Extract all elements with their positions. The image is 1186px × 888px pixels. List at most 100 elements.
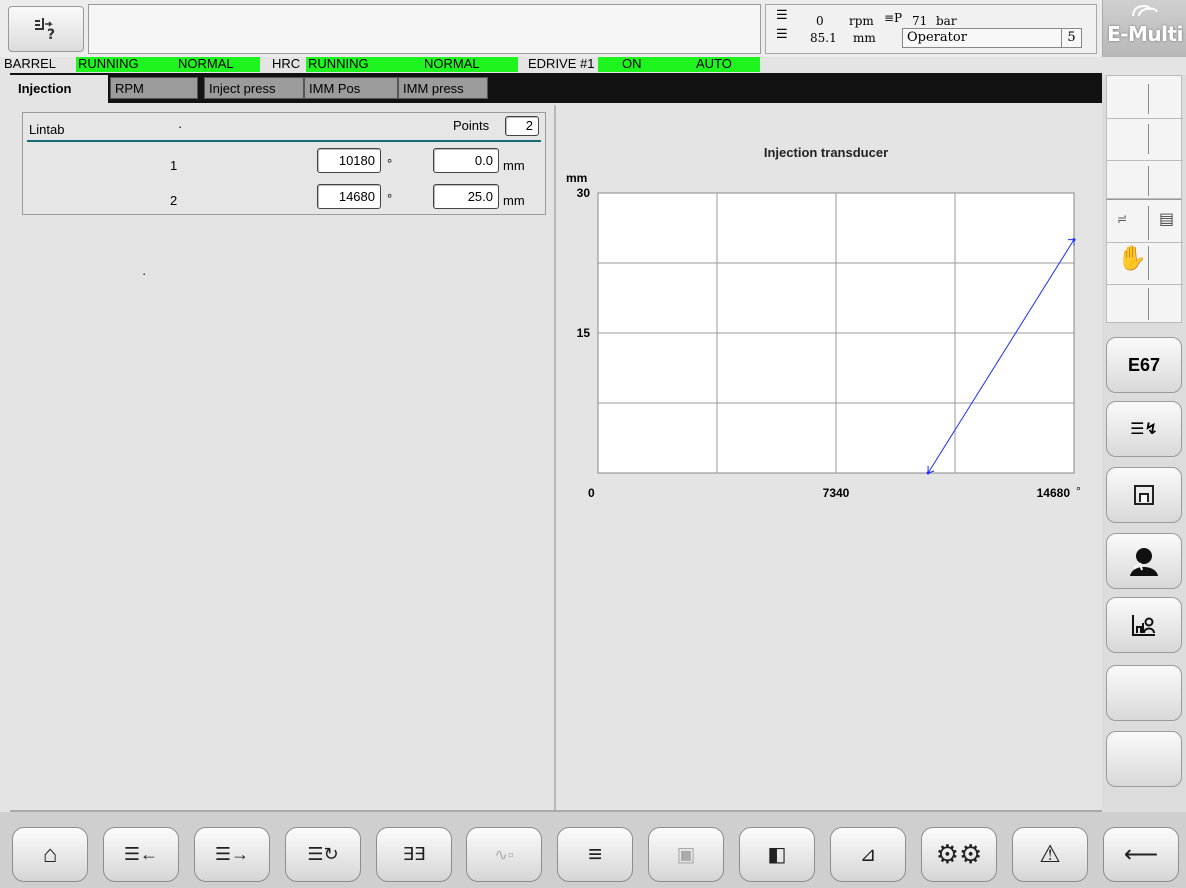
bottom-bar: ⌂ ☰← ☰→ ☰↻ ∃∃ ∿▫ ≡ ▣ ◧ ⊿ ⚙⚙ ⚠ ⟵ [0, 812, 1186, 888]
list-icon[interactable]: ▤ [1159, 209, 1174, 229]
tab-inject-press[interactable]: Inject press [204, 77, 304, 99]
screw-inject-icon: ☰→ [214, 844, 250, 864]
user-role-field[interactable]: Operator 5 [902, 28, 1082, 48]
save-button[interactable] [1106, 467, 1182, 523]
mold-icon: ▣ [676, 844, 696, 866]
hand-icon[interactable]: ✋ [1117, 244, 1147, 273]
heater-icon: ∃∃ [402, 844, 426, 864]
rpm-unit: rpm [849, 14, 874, 28]
chart-title: Injection transducer [764, 145, 888, 160]
y-tick-label: 15 [577, 326, 591, 340]
back-button[interactable]: ⟵ [1103, 827, 1179, 882]
tab-imm-press[interactable]: IMM press [398, 77, 488, 99]
barrel-label: BARREL [4, 56, 57, 71]
settings-gears-icon: ⚙⚙ [935, 839, 983, 869]
e67-button[interactable]: E67 [1106, 337, 1182, 393]
screw-settings-icon[interactable]: ☰↯ [1106, 401, 1182, 457]
row-1-angle-unit: ° [387, 156, 393, 171]
user-level: 5 [1061, 28, 1081, 48]
points-input[interactable]: 2 [505, 116, 539, 136]
points-label: Points [453, 118, 490, 133]
operator-button[interactable] [1106, 533, 1182, 589]
temperature-profile-button[interactable]: ∿▫ [466, 827, 542, 882]
mold-button[interactable]: ▣ [648, 827, 724, 882]
y-tick-label: 30 [577, 186, 591, 200]
e-multi-logo: E-Multi [1102, 0, 1186, 57]
heater-button[interactable]: ∃∃ [376, 827, 452, 882]
row-1-distance-input[interactable]: 0.0 [433, 148, 499, 173]
tab-injection[interactable]: Injection [10, 75, 108, 103]
chart-y-unit: mm [566, 171, 587, 185]
warning-button[interactable]: ⚠ [1012, 827, 1088, 882]
row-2-distance-unit: mm [503, 193, 525, 208]
svg-text:?: ? [47, 27, 55, 41]
help-icon-button[interactable]: ? [8, 6, 84, 52]
help-icon: ? [35, 18, 55, 41]
tab-imm-pos[interactable]: IMM Pos [304, 77, 398, 99]
operator-icon [1130, 548, 1158, 576]
top-bar: ? ☰ ☰ 0 rpm ≡P 71 bar 85.1 mm Operator 5… [0, 0, 1186, 57]
back-arrow-icon: ⟵ [1123, 841, 1159, 868]
barrel-mode: NORMAL [176, 57, 260, 72]
row-1-index: 1 [170, 158, 178, 173]
user-role: Operator [907, 30, 967, 45]
row-1-distance-unit: mm [503, 158, 525, 173]
hrc-mode: NORMAL [422, 57, 518, 72]
mode-slots: ≓ ▤ ✋ [1106, 199, 1183, 323]
home-icon: ⌂ [42, 840, 58, 868]
screw-position-icon: ☰ [776, 27, 788, 42]
empty-side-button-1[interactable] [1106, 665, 1182, 721]
status-strip: BARREL RUNNING NORMAL HRC RUNNING NORMAL… [0, 57, 1102, 72]
stray-dot: · [142, 266, 147, 281]
row-2-distance-input[interactable]: 25.0 [433, 184, 499, 209]
x-tick-label: 14680 [1037, 486, 1071, 500]
position-value: 85.1 [810, 31, 837, 45]
menu-list-button[interactable]: ≡ [557, 827, 633, 882]
row-1-angle-input[interactable]: 10180 [317, 148, 381, 173]
right-sidebar: ≓ ▤ ✋ E67 ☰↯ [1102, 75, 1186, 813]
settings-button[interactable]: ⚙⚙ [921, 827, 997, 882]
home-button[interactable]: ⌂ [12, 827, 88, 882]
graph-icon: ⊿ [859, 844, 877, 866]
row-2-angle-unit: ° [387, 191, 393, 206]
pressure-icon: ≡P [884, 11, 903, 25]
position-unit: mm [853, 31, 876, 45]
warning-icon: ⚠ [1039, 841, 1061, 868]
ejector-button[interactable]: ◧ [739, 827, 815, 882]
pressure-value: 71 [912, 14, 928, 28]
tab-rpm[interactable]: RPM [110, 77, 198, 99]
plot-area: 30 15 0 7340 14680 ° [577, 186, 1081, 500]
x-unit-label: ° [1076, 484, 1081, 498]
chart-user-button[interactable] [1106, 597, 1182, 653]
conveyor-icon[interactable]: ≓ [1117, 212, 1127, 226]
screw-rotate-button[interactable]: ☰↻ [285, 827, 361, 882]
screw-rpm-icon: ☰ [776, 8, 788, 23]
temperature-profile-icon: ∿▫ [494, 846, 514, 864]
edrive-state: ON [598, 57, 690, 72]
graph-button[interactable]: ⊿ [830, 827, 906, 882]
screw-inject-button[interactable]: ☰→ [194, 827, 270, 882]
machine-status-box: ☰ ☰ 0 rpm ≡P 71 bar 85.1 mm Operator 5 [765, 4, 1097, 54]
lintab-title: Lintab [29, 122, 65, 137]
injection-chart: Injection transducer mm 30 15 0 7340 14680 ° [566, 145, 1081, 500]
swirl-logo-icon [1132, 5, 1158, 17]
empty-side-button-2[interactable] [1106, 731, 1182, 787]
blank-slots-top [1106, 75, 1183, 199]
row-2-angle-input[interactable]: 14680 [317, 184, 381, 209]
edrive-label: EDRIVE #1 [528, 56, 595, 71]
tab-bar: Injection RPM Inject press IMM Pos IMM p… [10, 73, 1102, 103]
edrive-mode: AUTO [690, 57, 760, 72]
lintab-dot: · [178, 119, 183, 134]
header-divider [27, 140, 541, 142]
hrc-state: RUNNING [306, 57, 422, 72]
menu-list-icon: ≡ [587, 840, 602, 868]
lintab-panel: Lintab · Points 2 1 10180 ° 0.0 mm 2 146… [22, 112, 546, 215]
row-2-index: 2 [170, 193, 178, 208]
screw-back-button[interactable]: ☰← [103, 827, 179, 882]
barrel-state: RUNNING [76, 57, 176, 72]
rpm-value: 0 [816, 14, 824, 28]
chart-user-icon [1132, 615, 1155, 636]
ejector-icon: ◧ [767, 844, 787, 866]
hrc-label: HRC [272, 56, 301, 71]
save-icon [1134, 485, 1154, 505]
